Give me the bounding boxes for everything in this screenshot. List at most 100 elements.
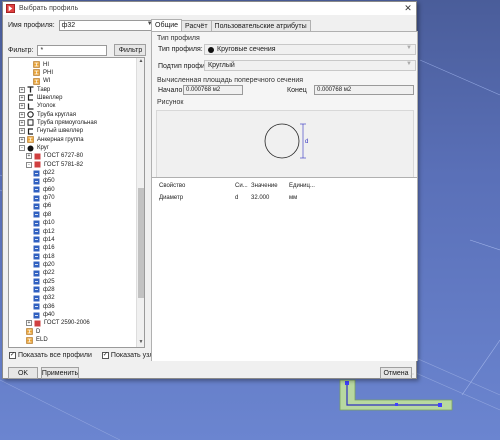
tree-item-label: ф28 (43, 286, 55, 293)
selected-beam-shape (339, 379, 453, 411)
area-section-title: Вычисленная площадь поперечного сечения (157, 77, 304, 84)
title-bar: Выбрать профиль ✕ (3, 2, 416, 15)
profile-name-row: Имя профиля: ф32 ▼ (8, 20, 156, 31)
profile-icon (33, 261, 40, 268)
show-all-profiles-checkbox[interactable]: ✓ Показать все профили (9, 352, 92, 359)
profile-name-combo[interactable]: ф32 ▼ (58, 20, 156, 31)
profile-icon (33, 220, 40, 227)
filter-input[interactable]: * (37, 44, 108, 56)
start-label: Начало (158, 87, 183, 94)
expand-icon[interactable]: + (26, 153, 32, 160)
tree-item-label: ф8 (43, 211, 52, 218)
collapse-icon[interactable]: - (19, 145, 25, 151)
tree-item-label: Труба прямоугольная (37, 119, 97, 126)
dialog-buttons-left: OK Применить (8, 367, 79, 379)
expand-icon[interactable]: + (19, 119, 25, 126)
circle-icon (27, 145, 34, 152)
expand-icon[interactable]: + (19, 103, 25, 110)
ok-button[interactable]: OK (8, 367, 38, 379)
profile-picture: d (156, 110, 414, 181)
tree-item-label: Уголок (37, 103, 56, 110)
close-button[interactable]: ✕ (400, 3, 416, 14)
profile-subtype-combo[interactable]: Круглый ▼ (204, 60, 416, 71)
expand-icon[interactable]: + (19, 86, 25, 93)
profile-type-combo[interactable]: Круговые сечения ▼ (204, 44, 416, 55)
tree-item-label: ф22 (43, 170, 55, 177)
profile-type-section-title: Тип профиля (157, 35, 200, 42)
checkbox-label: Показать все профили (18, 352, 92, 359)
properties-table: Свойство Си... Значение Единиц... Диамет… (152, 177, 417, 361)
select-profile-dialog: Выбрать профиль ✕ Имя профиля: ф32 ▼ Фил… (2, 1, 418, 380)
general-tab-panel: Тип профиля Тип профиля: Круговые сечени… (151, 31, 418, 361)
i-beam-icon (33, 69, 40, 77)
profile-type-label: Тип профиля: (158, 46, 203, 53)
tree-item-label: ф20 (43, 261, 55, 268)
column-header-property[interactable]: Свойство (159, 183, 185, 189)
tree-scrollbar[interactable]: ▲ ▼ (136, 58, 144, 347)
profile-name-value: ф32 (61, 22, 76, 29)
apply-button[interactable]: Применить (41, 367, 79, 379)
profile-icon (33, 278, 40, 285)
tree-item-label: ф50 (43, 178, 55, 185)
tree-item[interactable]: ELD (26, 336, 48, 345)
start-area-field: 0.000768 м2 (183, 85, 243, 95)
cell-value: 32.000 (251, 195, 270, 201)
column-header-symbol[interactable]: Си... (235, 183, 248, 189)
profile-icon (33, 312, 40, 319)
window-title: Выбрать профиль (19, 5, 79, 12)
tree-item-label: ГОСТ 6727-80 (44, 153, 84, 160)
checkbox-box[interactable]: ✓ (9, 352, 16, 359)
tree-item-label: ф14 (43, 236, 55, 243)
expand-icon[interactable]: + (19, 128, 25, 135)
angle-icon (27, 103, 34, 110)
profile-icon (33, 253, 40, 260)
end-label: Конец (287, 87, 307, 94)
rect-tube-icon (27, 119, 34, 127)
profile-icon (33, 186, 40, 193)
scroll-down-icon[interactable]: ▼ (137, 339, 144, 347)
filter-label: Фильтр: (8, 46, 34, 54)
scroll-up-icon[interactable]: ▲ (137, 58, 144, 66)
tree-item-label: D (36, 328, 41, 335)
profile-tree[interactable]: ▲ ▼ HI PHI WI + Тавр + Швеллер + Уголок + Труба кр… (8, 57, 145, 348)
cell-symbol: d (235, 195, 239, 201)
tree-item-label: ф10 (43, 220, 55, 227)
profile-subtype-value: Круглый (208, 62, 235, 69)
checkbox-box[interactable]: ✓ (101, 352, 109, 359)
circle-section-drawing: d (264, 123, 308, 159)
profile-icon (33, 236, 40, 243)
profile-icon (33, 295, 40, 302)
tree-item-label: ф60 (43, 186, 55, 193)
cell-property: Диаметр (159, 195, 184, 201)
expand-icon[interactable]: + (19, 94, 25, 101)
round-tube-icon (27, 111, 34, 118)
tab-user-attributes[interactable]: Пользовательские атрибуты (210, 20, 311, 31)
cell-unit: мм (289, 195, 298, 201)
i-beam-icon (26, 336, 33, 344)
expand-icon[interactable]: + (26, 320, 32, 327)
i-beam-icon (33, 61, 40, 68)
expand-icon[interactable]: + (19, 136, 25, 143)
tree-item-label: ф36 (43, 303, 55, 310)
scrollbar-thumb[interactable] (138, 188, 144, 298)
column-header-value[interactable]: Значение (251, 183, 278, 189)
i-beam-icon (26, 328, 33, 335)
show-nodes-checkbox[interactable]: ✓ Показать узлы (101, 352, 158, 359)
collapse-icon[interactable]: - (26, 161, 32, 168)
tree-item-label: ф18 (43, 253, 55, 260)
profile-icon (33, 270, 40, 277)
expand-icon[interactable]: + (19, 111, 25, 118)
app-icon (6, 4, 15, 13)
tree-item-label: ф32 (43, 295, 55, 302)
tree-item-label: ГОСТ 2590-2006 (44, 320, 90, 327)
profile-type-value: Круговые сечения (217, 46, 276, 53)
tab-general[interactable]: Общие (151, 19, 183, 31)
resize-grip-icon[interactable]: ⋰ (408, 373, 414, 380)
filter-button[interactable]: Фильтр (114, 44, 147, 56)
profile-icon (33, 170, 40, 177)
circle-icon (208, 46, 214, 53)
standard-icon (34, 320, 41, 327)
column-header-unit[interactable]: Единиц... (289, 183, 315, 189)
tab-calculation[interactable]: Расчёт (181, 20, 212, 31)
tree-item-label: Анкерная группа (37, 136, 84, 143)
